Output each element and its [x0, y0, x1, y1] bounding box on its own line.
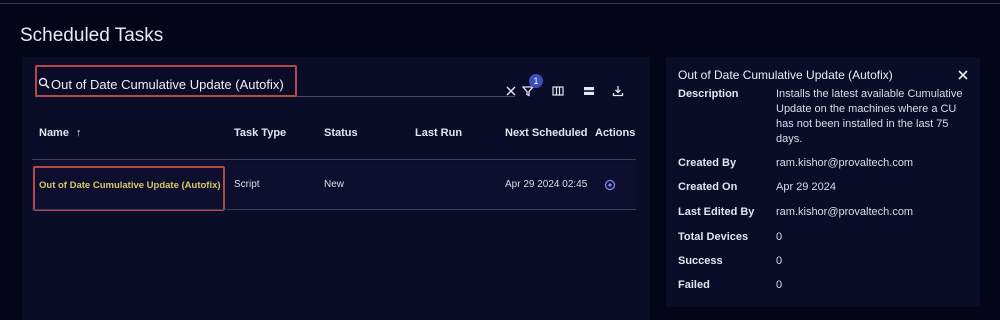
column-header-name[interactable]: Name ↑: [39, 127, 82, 139]
created-on-label: Created On: [678, 181, 738, 193]
success-label: Success: [678, 255, 723, 267]
total-devices-value: 0: [776, 231, 783, 243]
created-by-label: Created By: [678, 157, 737, 169]
last-edited-by-value: ram.kishor@provaltech.com: [776, 206, 914, 218]
search-input[interactable]: [51, 74, 491, 94]
column-header-status[interactable]: Status: [324, 127, 358, 139]
density-button[interactable]: [579, 81, 599, 101]
failed-value: 0: [776, 279, 783, 291]
column-header-actions: Actions: [595, 127, 636, 139]
details-title: Out of Date Cumulative Update (Autofix): [678, 68, 893, 82]
download-icon: [612, 86, 624, 97]
created-on-value: Apr 29 2024: [776, 181, 836, 193]
column-header-last-run[interactable]: Last Run: [415, 127, 462, 139]
settings-icon[interactable]: [604, 179, 616, 191]
task-details-panel: Out of Date Cumulative Update (Autofix) …: [666, 57, 980, 307]
clear-search-icon[interactable]: [504, 84, 518, 98]
search-bar: [35, 65, 518, 98]
description-label: Description: [678, 88, 739, 100]
export-button[interactable]: [608, 81, 628, 101]
tasks-panel: 1 Name ↑ Task Type Status Last Run Next …: [22, 57, 650, 320]
close-icon[interactable]: [957, 69, 969, 81]
table-row[interactable]: Out of Date Cumulative Update (Autofix) …: [32, 161, 636, 211]
top-divider: [0, 3, 1000, 4]
status-cell: New: [324, 179, 345, 190]
description-value: Installs the latest available Cumulative…: [776, 88, 963, 145]
next-scheduled-cell: Apr 29 2024 02:45: [505, 179, 588, 190]
success-value: 0: [776, 255, 783, 267]
page-title: Scheduled Tasks: [20, 25, 164, 46]
column-header-next-scheduled[interactable]: Next Scheduled: [505, 127, 588, 139]
task-name-link[interactable]: Out of Date Cumulative Update (Autofix): [39, 180, 221, 191]
filter-count-badge: 1: [529, 74, 543, 88]
table-header: Name ↑ Task Type Status Last Run Next Sc…: [32, 121, 636, 151]
columns-button[interactable]: [548, 81, 568, 101]
last-edited-by-label: Last Edited By: [678, 206, 755, 218]
density-icon: [584, 87, 594, 95]
column-header-task-type[interactable]: Task Type: [234, 127, 286, 139]
total-devices-label: Total Devices: [678, 231, 749, 243]
columns-icon: [552, 86, 564, 96]
search-icon: [38, 77, 50, 89]
failed-label: Failed: [678, 279, 710, 291]
sort-ascending-icon: ↑: [76, 127, 82, 139]
table-divider: [32, 159, 636, 160]
table-divider: [32, 209, 636, 210]
created-by-value: ram.kishor@provaltech.com: [776, 157, 914, 169]
task-type-cell: Script: [234, 179, 260, 190]
column-header-name-label: Name: [39, 127, 69, 139]
